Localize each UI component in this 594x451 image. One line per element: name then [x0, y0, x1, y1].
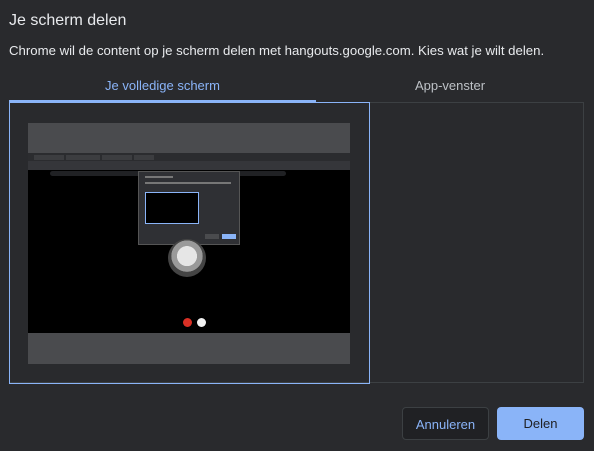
- mic-icon: [197, 318, 206, 327]
- dialog-subtitle: Chrome wil de content op je scherm delen…: [9, 43, 545, 58]
- share-source-tabs: Je volledige scherm App-venster: [9, 72, 584, 103]
- mini-share-button: [222, 234, 236, 239]
- screen-thumbnail: [28, 123, 350, 364]
- mini-toolbar: [28, 161, 350, 176]
- mini-tab: [66, 155, 100, 160]
- cancel-button[interactable]: Annuleren: [402, 407, 489, 440]
- share-button[interactable]: Delen: [497, 407, 584, 440]
- mini-share-dialog: [138, 171, 240, 245]
- mini-tab: [34, 155, 64, 160]
- thumbnail-screen: [28, 153, 350, 333]
- mini-tab: [102, 155, 132, 160]
- mini-tab: [134, 155, 154, 160]
- source-picker-panel: [9, 102, 584, 384]
- mini-text-line: [145, 182, 231, 184]
- mini-tabstrip: [28, 153, 350, 161]
- mini-text-line: [145, 176, 173, 178]
- mini-preview: [145, 192, 199, 224]
- screen-tile-selected[interactable]: [9, 102, 370, 384]
- avatar: [168, 239, 206, 277]
- tab-entire-screen[interactable]: Je volledige scherm: [9, 72, 316, 103]
- tab-app-window[interactable]: App-venster: [316, 72, 584, 102]
- dialog-title: Je scherm delen: [9, 12, 127, 29]
- end-call-icon: [183, 318, 192, 327]
- mini-cancel-button: [205, 234, 219, 239]
- thumbnail-top-band: [28, 123, 350, 153]
- thumbnail-bottom-band: [28, 333, 350, 364]
